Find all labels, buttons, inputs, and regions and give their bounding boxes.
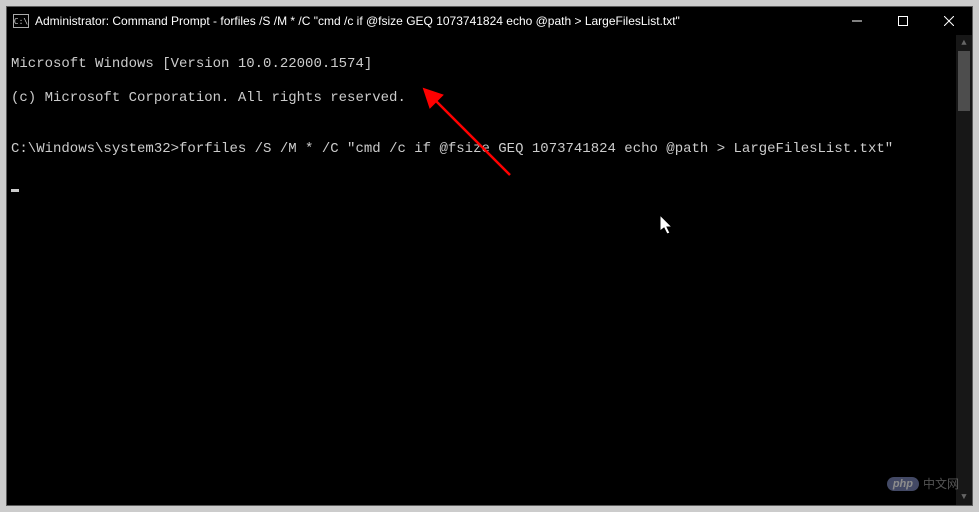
title-bar[interactable]: C:\ Administrator: Command Prompt - forf… — [7, 7, 972, 35]
watermark-text: 中文网 — [923, 475, 959, 492]
command-line: C:\Windows\system32>forfiles /S /M * /C … — [11, 141, 968, 158]
text-cursor — [11, 189, 19, 192]
prompt: C:\Windows\system32> — [11, 141, 179, 157]
command-prompt-window: C:\ Administrator: Command Prompt - forf… — [6, 6, 973, 506]
scroll-up-arrow[interactable]: ▲ — [956, 35, 972, 51]
scrollbar[interactable]: ▲ ▼ — [956, 35, 972, 505]
window-controls — [834, 7, 972, 35]
terminal-body[interactable]: Microsoft Windows [Version 10.0.22000.15… — [7, 35, 972, 505]
cmd-icon: C:\ — [13, 14, 29, 28]
output-line: (c) Microsoft Corporation. All rights re… — [11, 90, 968, 107]
command-text: forfiles /S /M * /C "cmd /c if @fsize GE… — [179, 141, 893, 157]
close-button[interactable] — [926, 7, 972, 35]
maximize-button[interactable] — [880, 7, 926, 35]
window-title: Administrator: Command Prompt - forfiles… — [35, 14, 680, 28]
title-left: C:\ Administrator: Command Prompt - forf… — [13, 14, 680, 28]
output-line: Microsoft Windows [Version 10.0.22000.15… — [11, 56, 968, 73]
watermark-badge: php — [887, 477, 919, 491]
scroll-thumb[interactable] — [958, 51, 970, 111]
watermark: php 中文网 — [887, 475, 959, 492]
minimize-button[interactable] — [834, 7, 880, 35]
